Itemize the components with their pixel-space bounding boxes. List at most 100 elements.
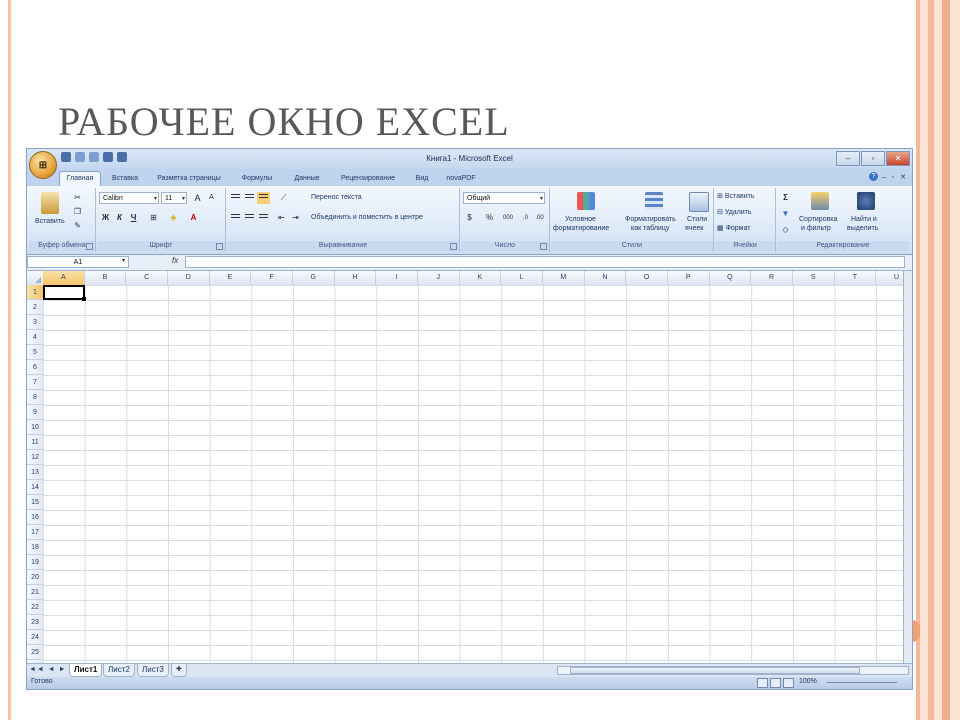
align-bottom-icon[interactable] [257,192,270,204]
clear-icon[interactable]: ◇ [779,224,792,236]
column-header[interactable]: C [126,271,168,285]
row-header[interactable]: 14 [27,480,43,495]
grow-font-button[interactable]: A [191,192,204,204]
tab-page-layout[interactable]: Разметка страницы [151,172,227,186]
align-center-icon[interactable] [243,212,256,224]
tab-formulas[interactable]: Формулы [233,172,281,186]
fill-color-icon[interactable]: ◈ [167,212,180,224]
formula-input[interactable] [185,256,905,268]
shrink-font-button[interactable]: A [205,192,218,204]
percent-button[interactable]: % [483,212,496,224]
sheet-tab-3[interactable]: Лист3 [137,664,169,677]
row-header[interactable]: 19 [27,555,43,570]
insert-sheet-icon[interactable]: ✚ [171,664,187,677]
row-header[interactable]: 25 [27,645,43,660]
row-header[interactable]: 11 [27,435,43,450]
cut-icon[interactable]: ✂ [71,192,84,204]
cells-area[interactable] [43,285,905,663]
column-header[interactable]: J [418,271,460,285]
tab-view[interactable]: Вид [407,172,437,186]
row-header[interactable]: 18 [27,540,43,555]
row-header[interactable]: 21 [27,585,43,600]
column-header[interactable]: O [626,271,668,285]
normal-view-icon[interactable] [757,678,768,688]
page-break-view-icon[interactable] [783,678,794,688]
fill-icon[interactable]: ▼ [779,208,792,220]
row-header[interactable]: 23 [27,615,43,630]
paste-button[interactable]: Вставить [35,218,65,225]
paste-icon[interactable] [41,192,59,214]
align-top-icon[interactable] [229,192,242,204]
column-header[interactable]: A [43,271,85,285]
column-header[interactable]: D [168,271,210,285]
orientation-icon[interactable]: ⟋ [277,192,290,204]
font-size-combo[interactable]: 11 ▾ [161,192,187,204]
horizontal-scrollbar[interactable] [557,666,909,675]
clipboard-dialog-launcher[interactable] [86,243,93,250]
decrease-indent-icon[interactable]: ⇤ [275,212,288,224]
close-button[interactable]: ✕ [886,151,910,166]
number-format-combo[interactable]: Общий ▾ [463,192,545,204]
column-header[interactable]: S [793,271,835,285]
conditional-formatting-label-1[interactable]: Условное [565,216,596,223]
cell-styles-label-1[interactable]: Стили [687,216,707,223]
column-header[interactable]: E [210,271,252,285]
insert-function-button[interactable]: fx [172,256,178,265]
name-box[interactable]: A1 [27,256,129,268]
zoom-level[interactable]: 100% [799,678,817,685]
row-header[interactable]: 6 [27,360,43,375]
insert-cells-button[interactable]: ⊞ Вставить [717,192,754,200]
merge-center-button[interactable]: Объединить и поместить в центре [311,214,423,221]
zoom-slider[interactable] [827,682,897,683]
row-header[interactable]: 15 [27,495,43,510]
find-select-icon[interactable] [857,192,875,210]
row-header[interactable]: 1 [27,285,43,300]
column-header[interactable]: Q [710,271,752,285]
borders-icon[interactable]: ⊞ [147,212,160,224]
column-header[interactable]: N [585,271,627,285]
tab-data[interactable]: Данные [285,172,329,186]
bold-button[interactable]: Ж [99,212,112,224]
row-header[interactable]: 2 [27,300,43,315]
horizontal-scroll-thumb[interactable] [570,667,860,674]
align-left-icon[interactable] [229,212,242,224]
tab-insert[interactable]: Вставка [105,172,145,186]
page-layout-view-icon[interactable] [770,678,781,688]
sheet-tab-1[interactable]: Лист1 [69,664,103,677]
help-icon[interactable]: ? [869,172,878,181]
find-select-label-1[interactable]: Найти и [851,216,877,223]
currency-icon[interactable]: $ [463,212,476,224]
row-header[interactable]: 16 [27,510,43,525]
wrap-text-button[interactable]: Перенос текста [311,194,362,201]
sort-filter-label-1[interactable]: Сортировка [799,216,837,223]
row-header[interactable]: 12 [27,450,43,465]
name-box-dropdown-icon[interactable]: ▾ [122,257,125,264]
increase-indent-icon[interactable]: ⇥ [289,212,302,224]
autosum-button[interactable]: Σ [779,192,792,204]
row-header[interactable]: 3 [27,315,43,330]
find-select-label-2[interactable]: выделить [847,225,878,232]
increase-decimal-icon[interactable]: .0 [519,212,532,224]
ribbon-window-controls[interactable]: – ▫ ✕ [882,173,908,181]
format-as-table-label-2[interactable]: как таблицу [631,225,669,232]
sheet-tab-2[interactable]: Лист2 [103,664,135,677]
conditional-formatting-icon[interactable] [577,192,595,210]
align-right-icon[interactable] [257,212,270,224]
row-header[interactable]: 20 [27,570,43,585]
format-cells-button[interactable]: ▦ Формат [717,224,750,232]
vertical-scrollbar[interactable] [903,271,912,663]
align-middle-icon[interactable] [243,192,256,204]
column-header[interactable]: F [251,271,293,285]
column-header[interactable]: M [543,271,585,285]
format-painter-icon[interactable]: ✎ [71,220,84,232]
office-button[interactable]: ⊞ [29,151,57,179]
font-color-icon[interactable]: A [187,212,200,224]
row-header[interactable]: 22 [27,600,43,615]
font-name-combo[interactable]: Calibri ▾ [99,192,159,204]
active-cell[interactable] [43,285,86,301]
column-header[interactable]: R [751,271,793,285]
sort-filter-icon[interactable] [811,192,829,210]
italic-button[interactable]: К [113,212,126,224]
conditional-formatting-label-2[interactable]: форматирование [553,225,609,232]
row-header[interactable]: 7 [27,375,43,390]
